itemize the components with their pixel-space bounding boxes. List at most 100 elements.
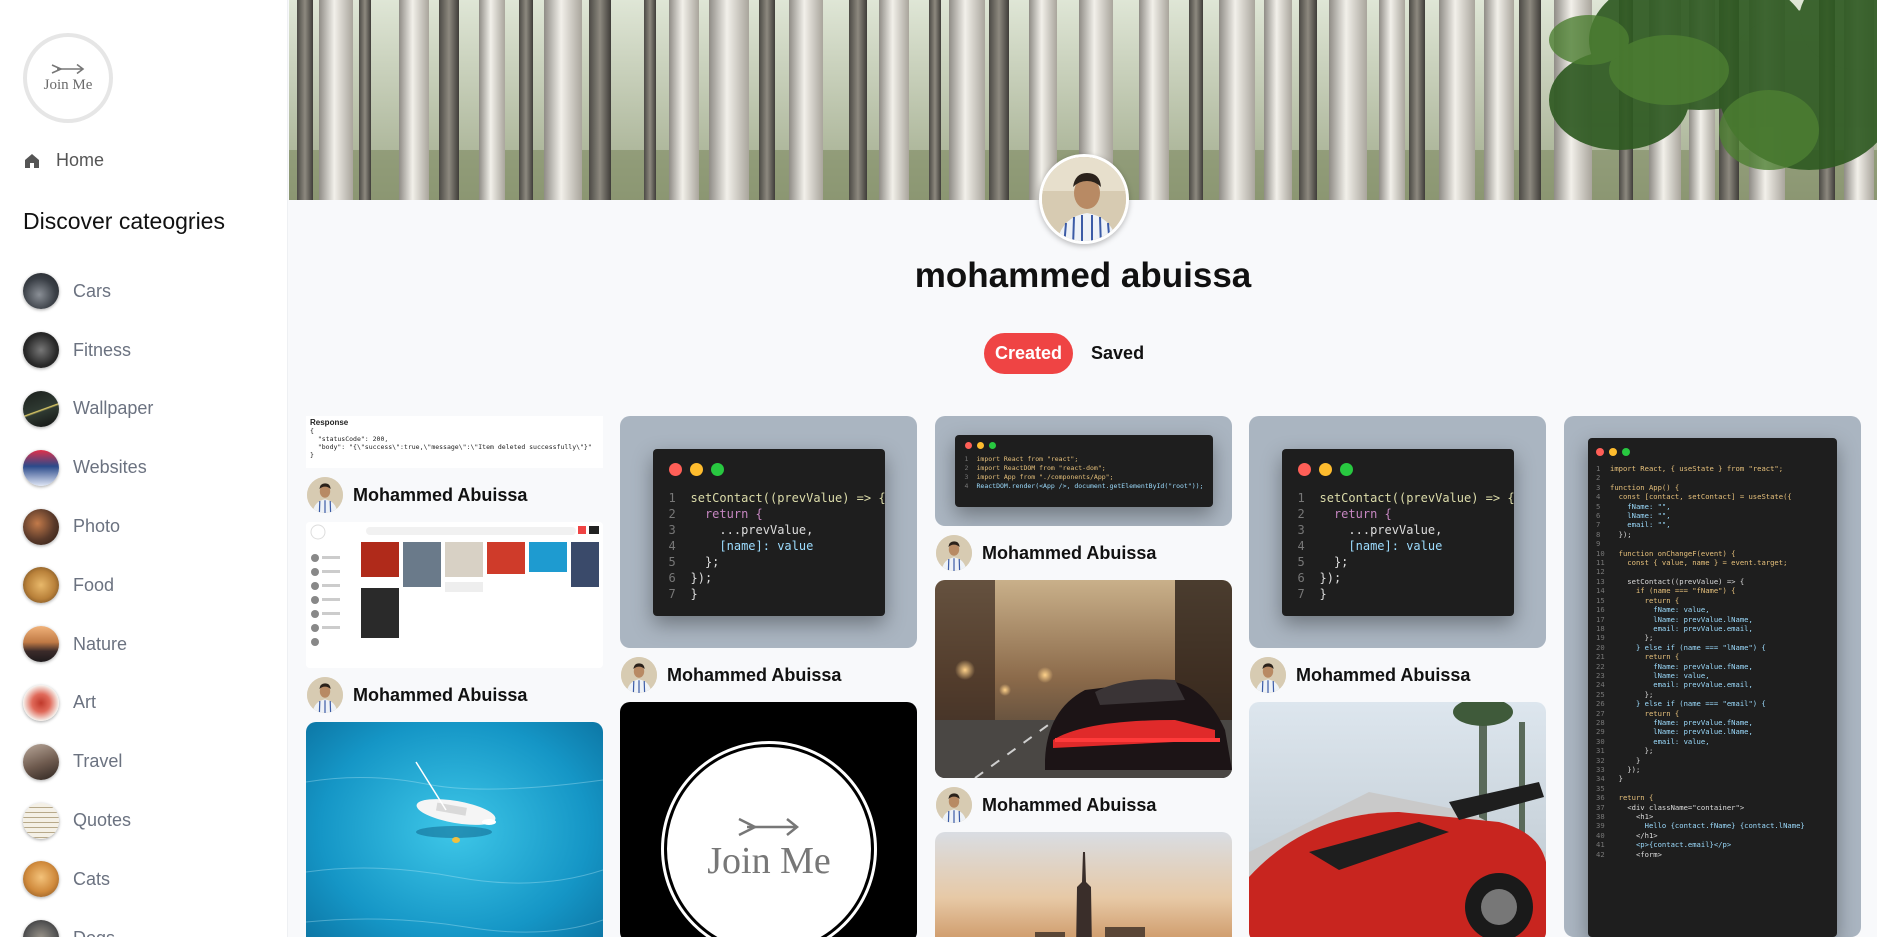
line-number: 26 — [1596, 699, 1605, 709]
pin-author[interactable]: Mohammed Abuissa — [935, 526, 1232, 580]
category-thumbnail — [23, 743, 59, 780]
pin-author[interactable]: Mohammed Abuissa — [306, 668, 603, 722]
pin-card[interactable]: 1 import React from "react"; 2 import Reac… — [935, 416, 1232, 526]
code-editor-snippet: 1 import React, { useState } from "react"… — [1588, 438, 1837, 937]
category-label: Nature — [73, 633, 128, 654]
code-text: return { — [1610, 708, 1680, 718]
code-text: fName: value, — [1610, 605, 1710, 615]
logo-text: Join Me — [43, 76, 93, 93]
pin-card[interactable]: Join Me — [620, 702, 917, 937]
sidebar-item-nature[interactable]: Nature — [23, 615, 273, 674]
sidebar-item-food[interactable]: Food — [23, 556, 273, 615]
pin-author[interactable]: Mohammed Abuissa — [1249, 648, 1546, 702]
pin-card[interactable]: 1 import React, { useState } from "react"… — [1564, 416, 1861, 937]
category-thumbnail — [23, 567, 59, 604]
join-me-logo[interactable]: Join Me — [23, 33, 113, 123]
code-text: lName: "", — [1610, 511, 1671, 521]
sidebar-item-websites[interactable]: Websites — [23, 438, 273, 497]
sidebar-item-cats[interactable]: Cats — [23, 850, 273, 909]
code-text: </h1> — [1610, 830, 1658, 840]
code-text: function onChangeF(event) { — [1610, 548, 1736, 558]
pin-author[interactable]: Mohammed Abuissa — [620, 648, 917, 702]
code-line: 15 return { — [1596, 596, 1829, 605]
category-thumbnail — [23, 332, 59, 369]
pin-card[interactable]: Response { "statusCode": 200, "body": "{… — [306, 416, 603, 468]
category-thumbnail — [23, 920, 59, 937]
line-number: 11 — [1596, 558, 1605, 568]
code-text: import App from "./components/App"; — [976, 473, 1114, 481]
code-line: 1 import React from "react"; — [964, 455, 1079, 463]
code-line: 34 } — [1596, 774, 1829, 783]
code-text: lName: prevValue.lName, — [1610, 614, 1753, 624]
pin-column-4: 1 setContact((prevValue) => { 2 return { … — [1249, 416, 1546, 937]
sidebar-item-home[interactable]: Home — [24, 150, 104, 171]
profile-avatar[interactable] — [1039, 154, 1129, 244]
code-line: 4 [name]: value — [668, 538, 814, 553]
arrow-logo-icon — [738, 817, 800, 837]
code-text: email: "", — [1610, 520, 1671, 530]
pin-author[interactable]: Mohammed Abuissa — [306, 468, 603, 522]
code-line: 14 if (name === "fName") { — [1596, 586, 1829, 595]
code-line: 11 const { value, name } = event.target; — [1596, 558, 1829, 567]
line-number: 41 — [1596, 840, 1605, 850]
code-text: setContact((prevValue) => { — [1610, 576, 1745, 586]
code-text: ReactDOM.render(<App />, document.getEle… — [976, 482, 1204, 490]
category-label: Food — [73, 574, 115, 595]
code-editor-snippet: 1 setContact((prevValue) => { 2 return { … — [1281, 448, 1515, 616]
code-text: import React, { useState } from "react"; — [1610, 464, 1784, 473]
pin-card[interactable]: 1 setContact((prevValue) => { 2 return { … — [1249, 416, 1546, 648]
category-thumbnail — [23, 449, 59, 486]
category-thumbnail — [23, 626, 59, 663]
code-editor-snippet: 1 setContact((prevValue) => { 2 return { … — [652, 448, 886, 616]
code-text: lName: value, — [1610, 670, 1710, 680]
code-line: 30 email: value, — [1596, 737, 1829, 746]
code-line: 3 function App() { — [1596, 483, 1829, 492]
sidebar-item-fitness[interactable]: Fitness — [23, 321, 273, 380]
code-line: 3 ...prevValue, — [668, 522, 814, 537]
code-text: } else if (name === "lName") { — [1610, 642, 1766, 652]
pin-card[interactable] — [306, 522, 603, 668]
code-line: 16 fName: value, — [1596, 605, 1829, 614]
pin-card[interactable] — [935, 580, 1232, 778]
code-text: email: prevValue.email, — [1610, 623, 1753, 633]
author-avatar — [307, 677, 343, 713]
category-thumbnail — [23, 861, 59, 898]
code-line: 7} — [668, 586, 698, 601]
pin-card[interactable] — [306, 722, 603, 937]
line-number: 7 — [1596, 520, 1601, 530]
sidebar-item-travel[interactable]: Travel — [23, 732, 273, 791]
line-number: 22 — [1596, 661, 1605, 671]
code-text: lName: prevValue.lName, — [1610, 727, 1753, 737]
line-number: 6 — [1596, 511, 1601, 521]
code-text: fName: "", — [1610, 501, 1671, 511]
response-title: Response — [310, 418, 349, 427]
pin-author[interactable]: Mohammed Abuissa — [935, 778, 1232, 832]
author-name: Mohammed Abuissa — [353, 684, 528, 705]
sidebar-item-photo[interactable]: Photo — [23, 497, 273, 556]
pin-card[interactable]: 1 setContact((prevValue) => { 2 return { … — [620, 416, 917, 648]
sidebar-item-art[interactable]: Art — [23, 674, 273, 733]
line-number: 9 — [1596, 539, 1601, 549]
sidebar-item-wallpaper[interactable]: Wallpaper — [23, 380, 273, 439]
code-line: 7} — [1297, 586, 1327, 601]
sidebar-item-dogs[interactable]: Dogs — [23, 909, 273, 937]
code-text: [name]: value — [690, 538, 814, 553]
pin-card[interactable] — [935, 832, 1232, 937]
code-text: <div className="container"> — [1610, 802, 1745, 812]
join-me-text: Join Me — [707, 840, 831, 882]
code-text: setContact((prevValue) => { — [690, 490, 886, 505]
category-thumbnail — [23, 684, 59, 721]
category-label: Photo — [73, 516, 121, 537]
tab-saved[interactable]: Saved — [1091, 333, 1144, 374]
sidebar-item-cars[interactable]: Cars — [23, 262, 273, 321]
code-line: 29 lName: prevValue.lName, — [1596, 727, 1829, 736]
code-line: 10 function onChangeF(event) { — [1596, 549, 1829, 558]
category-label: Fitness — [73, 339, 132, 360]
code-line: 24 email: prevValue.email, — [1596, 680, 1829, 689]
code-line: 13 setContact((prevValue) => { — [1596, 577, 1829, 586]
tab-created[interactable]: Created — [984, 333, 1074, 374]
code-line: 17 lName: prevValue.lName, — [1596, 615, 1829, 624]
pin-card[interactable] — [1249, 702, 1546, 937]
line-number: 33 — [1596, 765, 1605, 774]
sidebar-item-quotes[interactable]: Quotes — [23, 791, 273, 850]
